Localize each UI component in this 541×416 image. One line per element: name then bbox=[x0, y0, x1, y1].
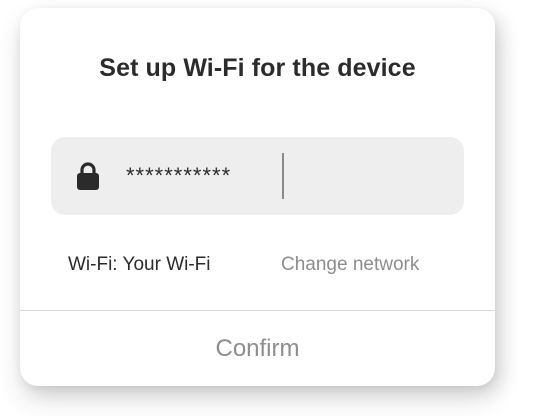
password-value: *********** bbox=[126, 163, 232, 188]
dialog-title: Set up Wi-Fi for the device bbox=[99, 54, 416, 82]
lock-icon bbox=[77, 162, 99, 190]
confirm-button[interactable]: Confirm bbox=[20, 311, 495, 386]
password-input[interactable]: *********** bbox=[51, 137, 464, 215]
change-network-link[interactable]: Change network bbox=[281, 254, 419, 276]
text-cursor bbox=[282, 153, 284, 199]
current-wifi-label: Wi-Fi: Your Wi-Fi bbox=[68, 254, 211, 275]
wifi-setup-dialog: Set up Wi-Fi for the device *********** … bbox=[20, 8, 495, 386]
screen: Set up Wi-Fi for the device *********** … bbox=[0, 0, 541, 416]
